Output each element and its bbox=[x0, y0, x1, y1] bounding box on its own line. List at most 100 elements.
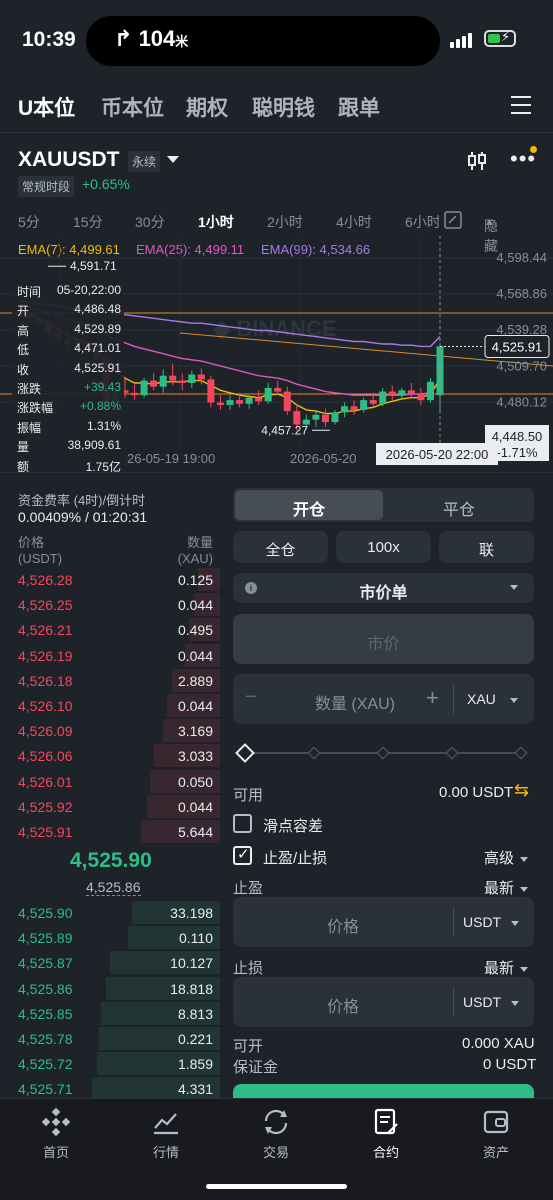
chart-settings-icon[interactable] bbox=[444, 211, 462, 229]
quantity-unit-select[interactable]: XAU bbox=[467, 691, 518, 707]
leverage-button[interactable]: 100x bbox=[336, 531, 431, 563]
interval-5m[interactable]: 5分 bbox=[18, 212, 40, 232]
ask-row[interactable]: 4,526.18 2.889 bbox=[0, 668, 220, 693]
ask-row[interactable]: 4,525.91 5.644 bbox=[0, 819, 220, 844]
sl-trigger-select[interactable]: 最新 bbox=[484, 957, 529, 978]
available-value: 0.00 USDT bbox=[439, 784, 514, 801]
slippage-checkbox[interactable] bbox=[233, 814, 252, 833]
ask-row[interactable]: 4,526.21 0.495 bbox=[0, 617, 220, 642]
price-header: 价格 bbox=[18, 535, 45, 550]
tp-unit-select[interactable]: USDT bbox=[463, 914, 520, 930]
open-tab[interactable]: 开仓 bbox=[235, 496, 383, 520]
candle-body bbox=[216, 402, 224, 405]
chevron-down-icon bbox=[520, 886, 529, 892]
bid-price: 4,525.85 bbox=[18, 1005, 73, 1022]
market-type-tabs: U本位 币本位 期权 聪明钱 跟单 bbox=[0, 82, 553, 132]
funding-label: 资金费率 (4时)/倒计时 bbox=[18, 493, 146, 508]
candle-info-row: 涨跌幅 +0.88% bbox=[12, 396, 124, 415]
ask-row[interactable]: 4,526.25 0.044 bbox=[0, 592, 220, 617]
tpsl-checkbox[interactable]: ✓ bbox=[233, 846, 252, 865]
sl-unit-select[interactable]: USDT bbox=[463, 994, 520, 1010]
nav-trade-label: 交易 bbox=[262, 1145, 289, 1160]
bid-row[interactable]: 4,525.89 0.110 bbox=[0, 925, 220, 950]
ask-row[interactable]: 4,526.09 3.169 bbox=[0, 718, 220, 743]
ask-row[interactable]: 4,526.28 0.125 bbox=[0, 567, 220, 592]
mid-price[interactable]: 4,525.90 bbox=[70, 849, 152, 873]
nav-home[interactable]: 首页 bbox=[16, 1105, 96, 1161]
candle-info-value: 4,529.89 bbox=[74, 321, 121, 336]
mark-price[interactable]: 4,525.86 bbox=[86, 879, 141, 896]
more-options-icon[interactable]: ••• bbox=[510, 148, 536, 170]
candle-body bbox=[255, 397, 263, 402]
candle-body bbox=[379, 391, 387, 404]
bid-row[interactable]: 4,525.78 0.221 bbox=[0, 1026, 220, 1051]
interval-6h[interactable]: 6小时 bbox=[405, 212, 439, 232]
nav-markets-label: 行情 bbox=[152, 1145, 179, 1160]
bid-row[interactable]: 4,525.72 1.859 bbox=[0, 1051, 220, 1076]
sl-price-input[interactable]: 价格 bbox=[233, 993, 453, 1017]
nav-futures-label: 合约 bbox=[372, 1145, 399, 1160]
candle-info-row: 额 1.75亿 bbox=[12, 455, 124, 474]
margin-mode-button[interactable]: 全仓 bbox=[233, 531, 328, 563]
pair-dropdown-icon[interactable] bbox=[167, 156, 179, 163]
interval-30m[interactable]: 30分 bbox=[135, 212, 165, 232]
ask-row[interactable]: 4,526.01 0.050 bbox=[0, 769, 220, 794]
battery-icon: ⚡ bbox=[484, 29, 516, 47]
position-mode-button[interactable]: 联 bbox=[439, 531, 534, 563]
decrement-button[interactable]: − bbox=[245, 686, 257, 709]
ask-row[interactable]: 4,525.92 0.044 bbox=[0, 794, 220, 819]
chevron-down-icon bbox=[520, 856, 529, 862]
tp-trigger-select[interactable]: 最新 bbox=[484, 877, 529, 898]
bid-row[interactable]: 4,525.86 18.818 bbox=[0, 976, 220, 1001]
bid-price: 4,525.89 bbox=[18, 930, 73, 947]
ask-row[interactable]: 4,526.06 3.033 bbox=[0, 743, 220, 768]
quantity-slider[interactable] bbox=[233, 742, 534, 764]
interval-1h[interactable]: 1小时 bbox=[198, 212, 234, 232]
candle-body bbox=[417, 394, 425, 401]
nav-futures[interactable]: 合约 bbox=[346, 1105, 426, 1161]
nav-trade[interactable]: 交易 bbox=[236, 1105, 316, 1161]
tab-smart-money[interactable]: 聪明钱 bbox=[252, 92, 315, 122]
turn-arrow-icon: ↱ bbox=[114, 26, 133, 51]
signal-icon bbox=[450, 30, 474, 48]
advanced-select[interactable]: 高级 bbox=[484, 847, 529, 868]
interval-2h[interactable]: 2小时 bbox=[267, 212, 303, 232]
nav-markets[interactable]: 行情 bbox=[126, 1105, 206, 1161]
funding-value: 0.00409% / 01:20:31 bbox=[18, 509, 148, 525]
bid-row[interactable]: 4,525.90 33.198 bbox=[0, 900, 220, 925]
interval-4h[interactable]: 4小时 bbox=[336, 212, 372, 232]
tab-usdm[interactable]: U本位 bbox=[18, 92, 75, 122]
chevron-down-icon bbox=[511, 920, 520, 926]
price-axis-label: 4,598.44 bbox=[496, 250, 547, 265]
crosshair-time: 2026-05-20 22:00 bbox=[386, 447, 489, 462]
ask-row[interactable]: 4,526.19 0.044 bbox=[0, 643, 220, 668]
menu-icon[interactable] bbox=[511, 96, 531, 120]
interval-15m[interactable]: 15分 bbox=[73, 212, 103, 232]
ask-price: 4,526.06 bbox=[18, 748, 73, 765]
advanced-label: 高级 bbox=[484, 850, 515, 867]
tp-price-input[interactable]: 价格 bbox=[233, 913, 453, 937]
crosshair-price: 4,448.50 bbox=[492, 429, 543, 444]
price-axis-label: 4,568.86 bbox=[496, 286, 547, 301]
dynamic-island[interactable]: ↱ 104米 bbox=[86, 16, 440, 66]
transfer-icon[interactable]: ⇆ bbox=[514, 780, 529, 801]
candle-info-row: 低 4,471.01 bbox=[12, 338, 124, 357]
pair-symbol[interactable]: XAUUSDT bbox=[18, 148, 120, 172]
candlestick-icon[interactable] bbox=[466, 150, 488, 172]
tab-coinm[interactable]: 币本位 bbox=[101, 92, 164, 122]
margin-value: 0 USDT bbox=[483, 1056, 537, 1073]
nav-assets[interactable]: 资产 bbox=[456, 1105, 536, 1161]
quantity-input[interactable]: 数量 (XAU) bbox=[275, 690, 435, 714]
qty-unit: (XAU) bbox=[177, 551, 213, 566]
candle-body bbox=[236, 400, 244, 404]
bid-row[interactable]: 4,525.87 10.127 bbox=[0, 950, 220, 975]
bid-row[interactable]: 4,525.85 8.813 bbox=[0, 1001, 220, 1026]
tab-options[interactable]: 期权 bbox=[186, 92, 228, 122]
nav-unit: 米 bbox=[175, 34, 189, 49]
price-axis-label: 4,509.70 bbox=[496, 358, 547, 373]
ask-row[interactable]: 4,526.10 0.044 bbox=[0, 693, 220, 718]
tab-copy-trading[interactable]: 跟单 bbox=[338, 92, 380, 122]
close-tab[interactable]: 平仓 bbox=[385, 496, 533, 520]
order-type-select[interactable]: i 市价单 bbox=[233, 573, 534, 603]
increment-button[interactable]: + bbox=[426, 685, 439, 711]
